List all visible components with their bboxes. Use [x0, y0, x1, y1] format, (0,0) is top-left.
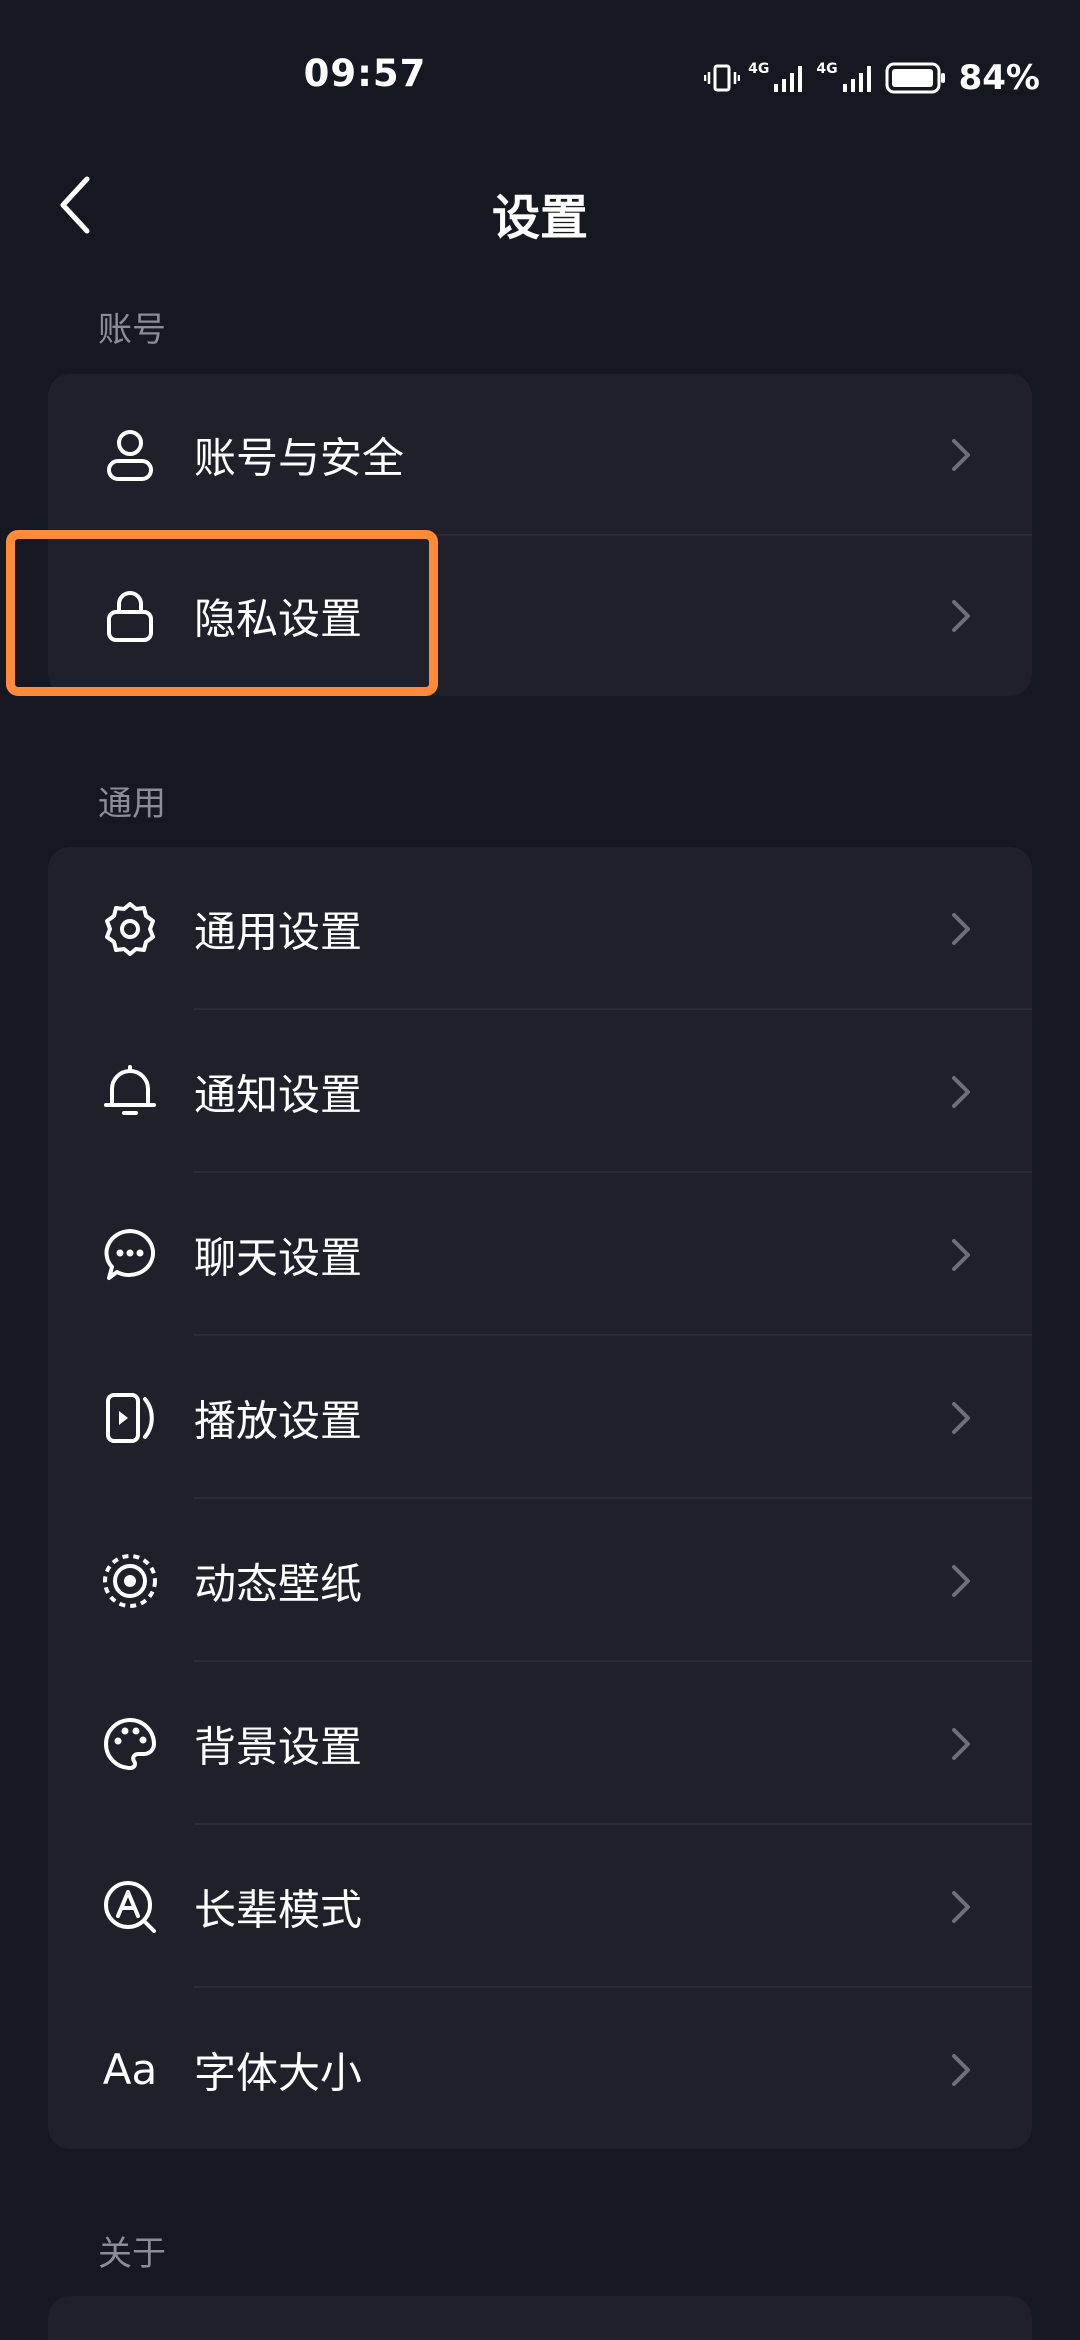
row-font-size[interactable]: Aa 字体大小 — [48, 1988, 1032, 2149]
network-type-2: 4G — [816, 61, 838, 77]
settings-page: 09:57 4G 4G 84% 设置 账号 账号与安全 隐私设置 通用 通用设置… — [0, 0, 1080, 2340]
status-icons: 4G 4G 84% — [704, 58, 1040, 98]
palette-icon — [98, 1712, 162, 1776]
font-size-icon: Aa — [98, 2038, 162, 2102]
row-chat-settings[interactable]: 聊天设置 — [48, 1173, 1032, 1336]
chevron-right-icon — [946, 1724, 976, 1764]
user-icon — [98, 423, 162, 487]
row-label-privacy-settings: 隐私设置 — [194, 594, 363, 644]
account-card: 账号与安全 隐私设置 — [48, 374, 1032, 696]
row-live-wallpaper[interactable]: 动态壁纸 — [48, 1499, 1032, 1662]
row-label-live-wallpaper: 动态壁纸 — [194, 1559, 363, 1608]
row-label-notification-settings: 通知设置 — [194, 1070, 363, 1119]
section-label-about: 关于 — [98, 2234, 166, 2274]
font-size-icon-text: Aa — [102, 2045, 158, 2094]
chevron-right-icon — [946, 435, 976, 475]
about-card — [48, 2296, 1032, 2340]
status-bar: 09:57 4G 4G 84% — [0, 0, 1080, 160]
row-notification-settings[interactable]: 通知设置 — [48, 1010, 1032, 1173]
section-label-general: 通用 — [98, 784, 166, 824]
lock-icon — [98, 584, 162, 648]
chevron-right-icon — [946, 2050, 976, 2090]
row-playback-settings[interactable]: 播放设置 — [48, 1336, 1032, 1499]
row-label-account-security: 账号与安全 — [194, 433, 405, 483]
play-icon — [98, 1386, 162, 1450]
row-label-chat-settings: 聊天设置 — [194, 1233, 363, 1282]
general-card: 通用设置 通知设置 聊天设置 播放设置 动态壁纸 背景设置 长辈模式 Aa 字体… — [48, 847, 1032, 2149]
header: 设置 — [0, 160, 1080, 260]
chat-bubble-icon — [98, 1223, 162, 1287]
row-privacy-settings[interactable]: 隐私设置 — [48, 536, 1032, 696]
row-label-playback-settings: 播放设置 — [194, 1396, 363, 1445]
elder-mode-icon — [98, 1875, 162, 1939]
bell-icon — [98, 1060, 162, 1124]
chevron-right-icon — [946, 1398, 976, 1438]
chevron-right-icon — [946, 1235, 976, 1275]
gear-icon — [98, 897, 162, 961]
page-title: 设置 — [491, 190, 588, 246]
live-wallpaper-icon — [98, 1549, 162, 1613]
network-type-1: 4G — [748, 61, 770, 77]
row-general-settings[interactable]: 通用设置 — [48, 847, 1032, 1010]
vibrate-icon — [704, 60, 741, 96]
row-elder-mode[interactable]: 长辈模式 — [48, 1825, 1032, 1988]
row-account-security[interactable]: 账号与安全 — [48, 374, 1032, 536]
chevron-right-icon — [946, 1561, 976, 1601]
row-label-general-settings: 通用设置 — [194, 907, 363, 956]
chevron-right-icon — [946, 1887, 976, 1927]
signal-4g-icon-2: 4G — [816, 62, 876, 94]
status-time: 09:57 — [303, 52, 427, 95]
chevron-right-icon — [946, 909, 976, 949]
section-label-account: 账号 — [98, 310, 166, 350]
chevron-right-icon — [946, 1072, 976, 1112]
row-label-background-settings: 背景设置 — [194, 1722, 363, 1771]
row-background-settings[interactable]: 背景设置 — [48, 1662, 1032, 1825]
battery-percent: 84% — [958, 58, 1040, 98]
signal-4g-icon-1: 4G — [748, 62, 808, 94]
row-label-elder-mode: 长辈模式 — [194, 1885, 363, 1934]
chevron-right-icon — [946, 596, 976, 636]
battery-icon — [885, 61, 947, 95]
row-label-font-size: 字体大小 — [194, 2048, 363, 2097]
